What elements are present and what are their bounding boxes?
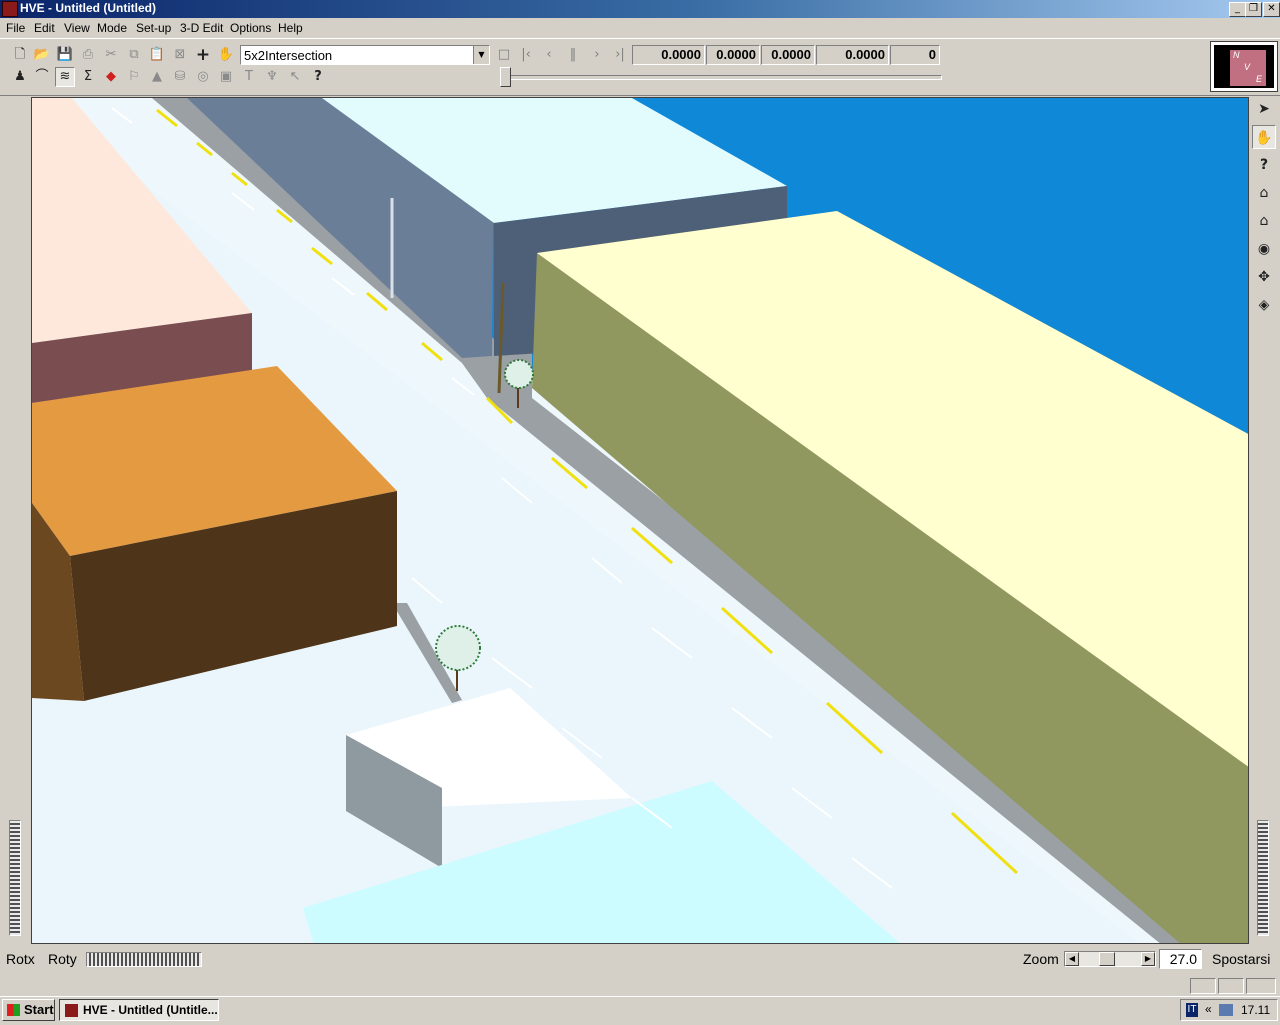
restore-button[interactable]: ❐ <box>1245 2 1262 17</box>
network-icon[interactable] <box>1219 1004 1233 1016</box>
orientation-indicator: N V E <box>1210 41 1278 92</box>
compass-n: N <box>1233 50 1240 60</box>
sign-icon[interactable]: T <box>239 67 259 87</box>
time-slider-track[interactable] <box>502 75 942 80</box>
help-icon[interactable]: ? <box>308 67 328 87</box>
menu-setup[interactable]: Set-up <box>136 21 171 35</box>
3d-viewport[interactable] <box>31 97 1249 944</box>
pause-icon[interactable]: ‖ <box>562 45 584 65</box>
readout-1: 0.0000 <box>632 45 705 65</box>
perspective-icon[interactable]: ◈ <box>1252 293 1276 317</box>
menu-view[interactable]: View <box>64 21 90 35</box>
taskbar-item-label: HVE - Untitled (Untitle... <box>83 1003 218 1017</box>
stop-icon[interactable]: □ <box>493 45 515 65</box>
move-label: Spostarsi <box>1212 951 1271 967</box>
zoom-scroll-thumb[interactable] <box>1099 952 1115 966</box>
next-icon[interactable]: › <box>586 45 608 65</box>
app-icon <box>2 1 18 17</box>
menu-options[interactable]: Options <box>230 21 271 35</box>
menu-3d-edit[interactable]: 3-D Edit <box>180 21 223 35</box>
sigma-icon[interactable]: Σ <box>78 67 98 87</box>
start-button[interactable]: Start <box>2 999 55 1021</box>
start-label: Start <box>24 1002 54 1017</box>
paste-icon[interactable]: 📋 <box>147 45 167 65</box>
system-tray: IT « 17.11 <box>1180 999 1278 1021</box>
status-panel-3 <box>1246 978 1276 994</box>
terrain-icon[interactable]: ≋ <box>55 67 75 87</box>
pan-hand-icon[interactable]: ✋ <box>1252 125 1276 149</box>
environment-combo[interactable]: 5x2Intersection ▼ <box>240 45 490 65</box>
eye-icon[interactable]: ◉ <box>1252 237 1276 261</box>
first-icon[interactable]: |‹ <box>515 45 537 65</box>
readout-2: 0.0000 <box>706 45 760 65</box>
select-object-icon[interactable]: ♟ <box>10 67 30 87</box>
arrow-small-icon[interactable]: ↖ <box>285 67 305 87</box>
open-icon[interactable]: 📂 <box>32 45 52 65</box>
rotx-vertical-slider[interactable] <box>9 820 21 936</box>
menu-file[interactable]: File <box>6 21 25 35</box>
path-icon[interactable]: ⌒ <box>32 67 52 87</box>
target-icon[interactable]: ◎ <box>193 67 213 87</box>
roty-slider[interactable] <box>86 952 202 967</box>
barrel-icon[interactable]: ⛁ <box>170 67 190 87</box>
zoom-left-arrow-icon[interactable]: ◀ <box>1065 952 1079 966</box>
flag-icon[interactable]: ⚐ <box>124 67 144 87</box>
time-slider-thumb[interactable] <box>500 67 511 87</box>
window-title: HVE - Untitled (Untitled) <box>20 1 156 15</box>
title-bar: HVE - Untitled (Untitled) _ ❐ ✕ <box>0 0 1280 18</box>
clock[interactable]: 17.11 <box>1241 1003 1270 1017</box>
save-icon[interactable]: 💾 <box>55 45 75 65</box>
cone-icon[interactable]: ▲ <box>147 67 167 87</box>
minimize-button[interactable]: _ <box>1229 2 1246 17</box>
zoom-scrollbar[interactable]: ◀ ▶ <box>1064 951 1156 967</box>
status-panel-2 <box>1218 978 1244 994</box>
pointer-icon[interactable]: ➤ <box>1252 97 1276 121</box>
compass-v: V <box>1244 62 1251 72</box>
readout-4: 0.0000 <box>816 45 889 65</box>
close-button[interactable]: ✕ <box>1263 2 1280 17</box>
roty-label: Roty <box>48 951 77 967</box>
home-icon[interactable]: ⌂ <box>1252 181 1276 205</box>
zoom-vertical-slider[interactable] <box>1257 820 1269 936</box>
move-icon[interactable]: ✥ <box>1252 265 1276 289</box>
rotx-label: Rotx <box>6 951 35 967</box>
tray-expand-icon[interactable]: « <box>1205 1002 1212 1016</box>
readout-3: 0.0000 <box>761 45 815 65</box>
status-panel-1 <box>1190 978 1216 994</box>
taskbar-item-hve[interactable]: HVE - Untitled (Untitle... <box>59 999 219 1021</box>
zoom-value[interactable]: 27.0 <box>1159 949 1202 969</box>
copy-icon[interactable]: ⧉ <box>124 45 144 65</box>
last-icon[interactable]: ›| <box>609 45 631 65</box>
menu-mode[interactable]: Mode <box>97 21 127 35</box>
new-icon[interactable]: 🗋 <box>10 45 30 65</box>
hve-app-icon <box>65 1004 78 1017</box>
3d-scene[interactable] <box>32 98 1249 944</box>
chevron-down-icon[interactable]: ▼ <box>473 46 489 64</box>
hand-icon[interactable]: ✋ <box>216 45 236 65</box>
light-pole-icon[interactable]: ♆ <box>262 67 282 87</box>
compass-e: E <box>1256 74 1263 84</box>
print-icon[interactable]: ⎙ <box>78 45 98 65</box>
box-icon[interactable]: ▣ <box>216 67 236 87</box>
zoom-label: Zoom <box>1023 951 1059 967</box>
zoom-right-arrow-icon[interactable]: ▶ <box>1141 952 1155 966</box>
menu-help[interactable]: Help <box>278 21 303 35</box>
delete-icon[interactable]: ⊠ <box>170 45 190 65</box>
add-icon[interactable]: + <box>193 45 213 65</box>
language-indicator[interactable]: IT <box>1186 1003 1198 1017</box>
previous-icon[interactable]: ‹ <box>538 45 560 65</box>
query-icon[interactable]: ? <box>1252 153 1276 177</box>
red-arrows-icon[interactable]: ◆ <box>101 67 121 87</box>
menu-bar: File Edit View Mode Set-up 3-D Edit Opti… <box>0 18 1280 38</box>
home-set-icon[interactable]: ⌂ <box>1252 209 1276 233</box>
cut-icon[interactable]: ✂ <box>101 45 121 65</box>
environment-combo-value: 5x2Intersection <box>244 48 333 63</box>
readout-5: 0 <box>890 45 940 65</box>
windows-logo-icon <box>7 1004 20 1016</box>
menu-edit[interactable]: Edit <box>34 21 55 35</box>
